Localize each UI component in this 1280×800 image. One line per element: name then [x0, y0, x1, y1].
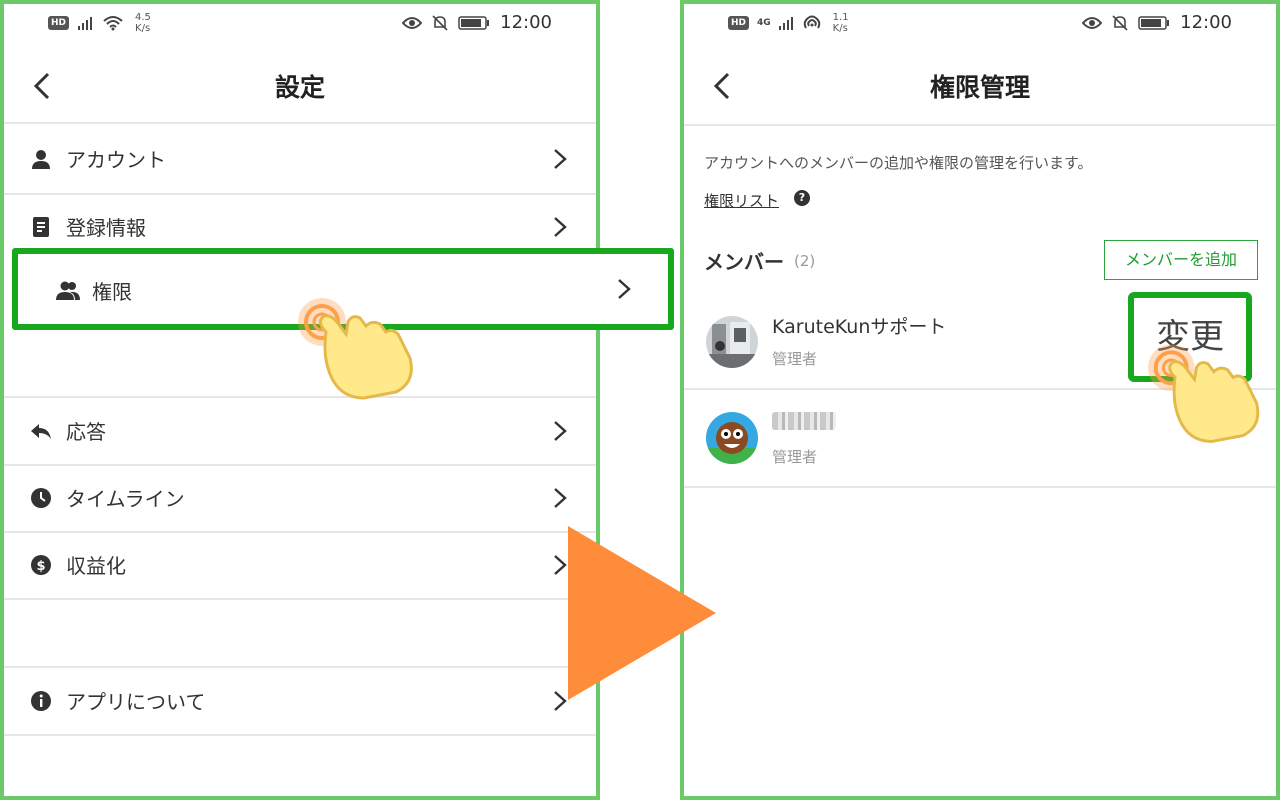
members-heading: メンバー	[704, 250, 784, 274]
divider	[4, 734, 596, 736]
menu-item-reply[interactable]: 応答	[4, 398, 596, 464]
network-speed: 4.5 K/s	[135, 12, 151, 34]
page-title: 権限管理	[929, 73, 1030, 102]
menu-item-label: アプリについて	[66, 690, 206, 714]
tap-hand-icon	[298, 298, 413, 400]
reply-icon	[31, 424, 51, 439]
battery-icon	[1138, 15, 1170, 30]
chevron-right-icon	[618, 279, 631, 299]
add-member-button[interactable]: メンバーを追加	[1104, 240, 1258, 280]
member-name: KaruteKunサポート	[772, 316, 947, 338]
wifi-icon	[103, 16, 123, 31]
menu-item-timeline[interactable]: タイムライン	[4, 465, 596, 531]
chevron-right-icon	[554, 488, 567, 508]
page-title: 設定	[274, 73, 325, 102]
menu-item-label: タイムライン	[66, 487, 185, 511]
menu-item-label: 収益化	[66, 554, 126, 578]
divider	[4, 598, 596, 600]
info-icon	[31, 691, 51, 711]
document-icon	[33, 217, 49, 237]
bell-off-icon	[432, 14, 448, 31]
signal-icon	[78, 17, 93, 30]
menu-item-about[interactable]: アプリについて	[4, 668, 596, 734]
menu-item-label: 登録情報	[66, 216, 146, 240]
avatar	[706, 316, 758, 368]
eye-icon	[1082, 16, 1103, 29]
eye-icon	[402, 16, 423, 29]
divider	[684, 486, 1276, 488]
battery-icon	[458, 15, 490, 30]
status-bar: HD 4.5 K/s 12:00	[4, 8, 596, 42]
divider	[4, 122, 596, 124]
title-bar: 設定	[4, 56, 596, 120]
person-icon	[32, 150, 50, 169]
clock: 12:00	[1180, 12, 1232, 33]
divider	[684, 124, 1276, 126]
clock-icon	[31, 488, 51, 508]
avatar	[706, 412, 758, 464]
people-icon	[56, 281, 80, 300]
menu-item-monetization[interactable]: $ 収益化	[4, 532, 596, 598]
status-bar: HD 4G 1.1 K/s 12:00	[684, 8, 1276, 42]
menu-item-label: アカウント	[66, 148, 166, 172]
title-bar: 権限管理	[684, 56, 1276, 120]
member-name-blurred	[772, 412, 836, 430]
tap-hand-icon	[1147, 344, 1260, 443]
hd-badge: HD	[728, 16, 750, 30]
member-role: 管理者	[772, 448, 818, 466]
menu-item-label: 権限	[92, 280, 132, 304]
member-role: 管理者	[772, 350, 818, 368]
help-icon[interactable]: ?	[794, 190, 810, 206]
clock: 12:00	[500, 12, 552, 33]
network-speed: 1.1 K/s	[832, 12, 849, 34]
chevron-right-icon	[554, 149, 567, 169]
hd-badge: HD	[48, 16, 70, 30]
hotspot-icon	[803, 15, 820, 29]
chevron-right-icon	[554, 217, 567, 237]
bell-off-icon	[1112, 14, 1128, 31]
next-step-arrow-icon	[568, 526, 716, 700]
network-type: 4G	[757, 18, 771, 28]
svg-text:$: $	[36, 559, 45, 574]
menu-item-account[interactable]: アカウント	[4, 126, 596, 192]
members-count: (2)	[794, 252, 816, 270]
menu-item-label: 応答	[66, 420, 106, 444]
signal-icon	[778, 17, 793, 30]
dollar-icon: $	[31, 555, 51, 575]
permission-list-link[interactable]: 権限リスト	[704, 190, 779, 211]
chevron-right-icon	[554, 421, 567, 441]
description-text: アカウントへのメンバーの追加や権限の管理を行います。	[704, 154, 1093, 172]
